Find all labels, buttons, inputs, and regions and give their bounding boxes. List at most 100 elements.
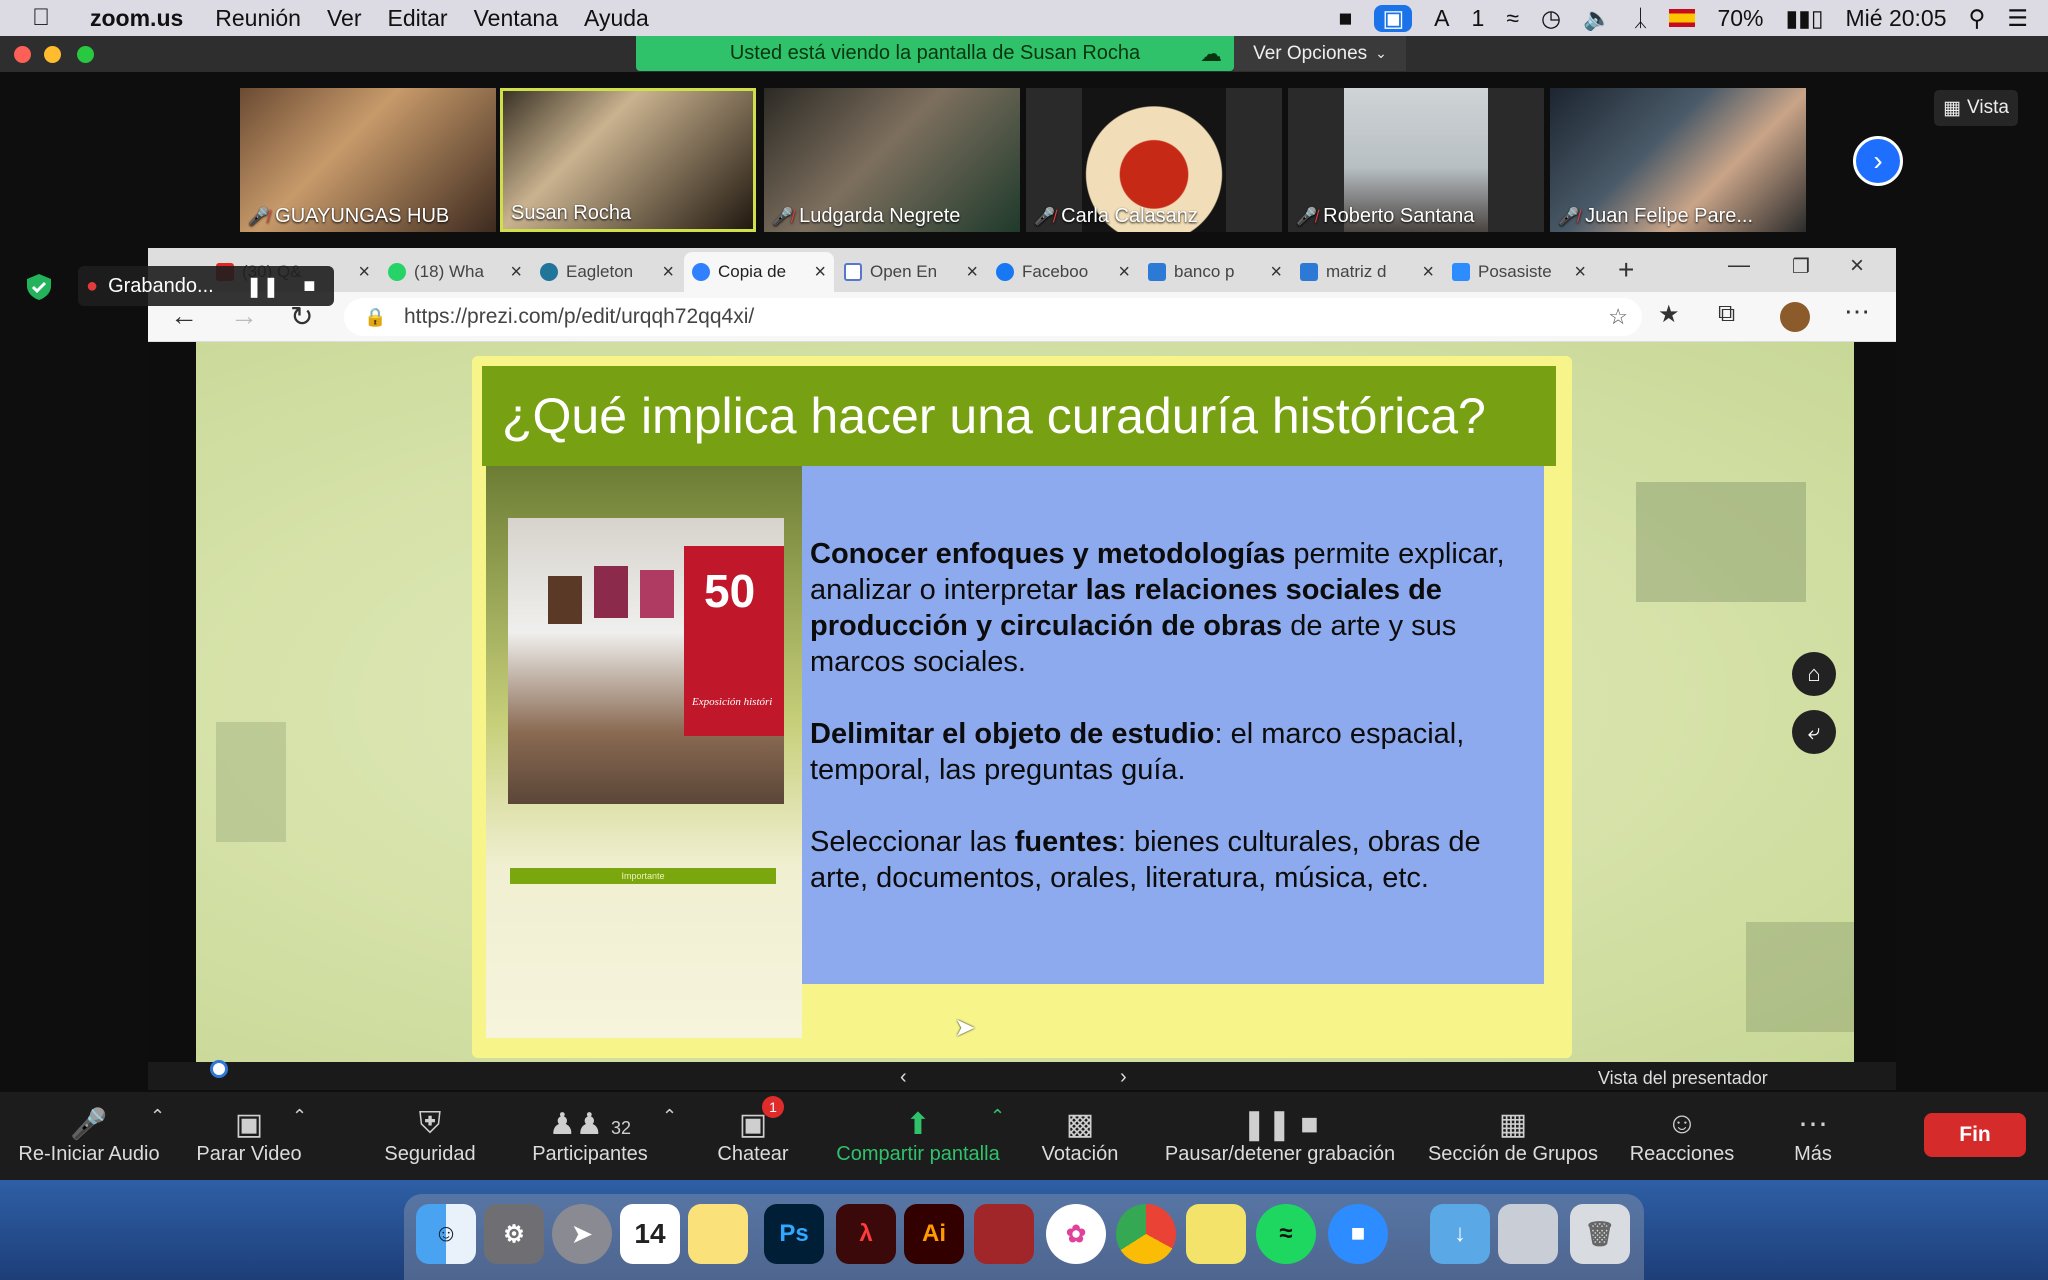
- security-button[interactable]: ⛨ Seguridad: [370, 1102, 490, 1174]
- photos-icon[interactable]: ✿: [1046, 1204, 1106, 1264]
- fullscreen-window-icon[interactable]: [77, 46, 94, 63]
- flag-spain-icon[interactable]: [1669, 9, 1696, 27]
- zoom-share-icon[interactable]: ▣: [1374, 4, 1413, 32]
- camera-status-icon[interactable]: ■: [1339, 5, 1353, 32]
- close-tab-icon[interactable]: ×: [1270, 261, 1282, 284]
- recording-control-button[interactable]: ❚❚ ■ Pausar/detener grabación: [1156, 1102, 1404, 1174]
- home-button[interactable]: ⌂: [1792, 652, 1836, 696]
- menu-ventana[interactable]: Ventana: [474, 5, 558, 32]
- add-favorite-icon[interactable]: ☆: [1608, 304, 1628, 330]
- participants-options-caret-icon[interactable]: ⌃: [662, 1106, 677, 1127]
- restore-icon[interactable]: ❐: [1792, 254, 1810, 279]
- close-tab-icon[interactable]: ×: [1118, 261, 1130, 284]
- menu-ayuda[interactable]: Ayuda: [584, 5, 649, 32]
- photoshop-icon[interactable]: Ps: [764, 1204, 824, 1264]
- chrome-icon[interactable]: [1116, 1204, 1176, 1264]
- pause-recording-icon[interactable]: ❚❚: [246, 274, 280, 299]
- photo-booth-icon[interactable]: [974, 1204, 1034, 1264]
- downloads-folder-icon[interactable]: ↓: [1430, 1204, 1490, 1264]
- close-tab-icon[interactable]: ×: [510, 261, 522, 284]
- url-field[interactable]: 🔒 https://prezi.com/p/edit/urqqh72qq4xi/…: [344, 298, 1642, 336]
- close-tab-icon[interactable]: ×: [966, 261, 978, 284]
- menu-ver[interactable]: Ver: [327, 5, 362, 32]
- spotlight-search-icon[interactable]: ⚲: [1969, 5, 1986, 32]
- spotify-icon[interactable]: ≈: [1256, 1204, 1316, 1264]
- more-button[interactable]: ⋯ Más: [1776, 1102, 1850, 1174]
- close-tab-icon[interactable]: ×: [662, 261, 674, 284]
- profile-avatar[interactable]: [1780, 302, 1810, 332]
- presenter-view-label[interactable]: Vista del presentador: [1598, 1068, 1768, 1089]
- participant-tile[interactable]: 🎤̸ Roberto Santana: [1288, 88, 1544, 232]
- participant-tile-active-speaker[interactable]: Susan Rocha: [500, 88, 756, 232]
- browser-tab[interactable]: Posasiste ×: [1444, 252, 1594, 292]
- finder-icon[interactable]: ☺: [416, 1204, 476, 1264]
- participant-tile[interactable]: 🎤̸ Ludgarda Negrete: [764, 88, 1020, 232]
- control-center-icon[interactable]: ☰: [2007, 5, 2028, 32]
- apple-menu-icon[interactable]: : [32, 4, 50, 32]
- participants-button[interactable]: ♟♟ 32 Participantes: [520, 1102, 660, 1174]
- next-step-icon[interactable]: ›: [1120, 1066, 1127, 1089]
- view-button[interactable]: ▦ Vista: [1934, 90, 2018, 126]
- launchpad-icon[interactable]: ➤: [552, 1204, 612, 1264]
- clock[interactable]: Mié 20:05: [1846, 5, 1947, 32]
- browser-tab[interactable]: Open En ×: [836, 252, 986, 292]
- input-source-icon[interactable]: A: [1434, 5, 1449, 32]
- browser-tab[interactable]: banco p ×: [1140, 252, 1290, 292]
- close-tab-icon[interactable]: ×: [814, 261, 826, 284]
- time-machine-icon[interactable]: ◷: [1541, 5, 1561, 32]
- browser-tab-active[interactable]: Copia de ×: [684, 252, 834, 292]
- participant-tile[interactable]: 🎤̸ Carla Calasanz: [1026, 88, 1282, 232]
- browser-tab[interactable]: (18) Wha ×: [380, 252, 530, 292]
- recent-documents-icon[interactable]: [1498, 1204, 1558, 1264]
- more-options-icon[interactable]: ⋯: [1844, 296, 1870, 327]
- menu-editar[interactable]: Editar: [388, 5, 448, 32]
- new-tab-icon[interactable]: +: [1618, 254, 1634, 286]
- system-preferences-icon[interactable]: ⚙: [484, 1204, 544, 1264]
- progress-dot[interactable]: [210, 1060, 228, 1078]
- minimize-icon[interactable]: —: [1728, 252, 1750, 278]
- illustrator-icon[interactable]: Ai: [904, 1204, 964, 1264]
- calendar-icon[interactable]: 14: [620, 1204, 680, 1264]
- step-back-button[interactable]: ⤶: [1792, 710, 1836, 754]
- notes-icon[interactable]: [688, 1204, 748, 1264]
- poll-button[interactable]: ▩ Votación: [1030, 1102, 1130, 1174]
- collections-icon[interactable]: ⧉: [1718, 300, 1735, 328]
- view-options-button[interactable]: Ver Opciones ⌄: [1234, 36, 1406, 71]
- menu-reunion[interactable]: Reunión: [215, 5, 301, 32]
- next-participants-button[interactable]: ›: [1853, 136, 1903, 186]
- close-tab-icon[interactable]: ×: [358, 261, 370, 284]
- participant-tile[interactable]: 🎤̸ GUAYUNGAS HUB: [240, 88, 496, 232]
- browser-tab[interactable]: Faceboo ×: [988, 252, 1138, 292]
- previous-step-icon[interactable]: ‹: [900, 1066, 907, 1089]
- close-tab-icon[interactable]: ×: [1574, 261, 1586, 284]
- acrobat-icon[interactable]: λ: [836, 1204, 896, 1264]
- minimize-window-icon[interactable]: [44, 46, 61, 63]
- close-window-icon[interactable]: [14, 46, 31, 63]
- bluetooth-icon[interactable]: ᛣ: [1634, 5, 1648, 32]
- wifi-icon[interactable]: ≈: [1506, 5, 1519, 32]
- participant-tile[interactable]: 🎤̸ Juan Felipe Pare...: [1550, 88, 1806, 232]
- audio-options-caret-icon[interactable]: ⌃: [150, 1106, 165, 1127]
- reactions-button[interactable]: ☺ Reacciones: [1620, 1102, 1744, 1174]
- stickies-icon[interactable]: [1186, 1204, 1246, 1264]
- menu-app-name[interactable]: zoom.us: [90, 5, 183, 32]
- stop-recording-icon[interactable]: ■: [303, 275, 315, 298]
- reactions-label: Reacciones: [1629, 1143, 1735, 1165]
- battery-icon[interactable]: ▮▮▯: [1786, 5, 1824, 32]
- volume-icon[interactable]: 🔈: [1583, 5, 1612, 32]
- close-window-icon[interactable]: ×: [1850, 252, 1864, 280]
- share-options-caret-icon[interactable]: ⌃: [990, 1106, 1005, 1127]
- prezi-canvas: ¿Qué implica hacer una curaduría históri…: [148, 342, 1896, 1062]
- trash-icon[interactable]: 🗑: [1570, 1204, 1630, 1264]
- breakout-rooms-button[interactable]: ▦ Sección de Grupos: [1420, 1102, 1606, 1174]
- close-tab-icon[interactable]: ×: [1422, 261, 1434, 284]
- end-meeting-button[interactable]: Fin: [1924, 1113, 2026, 1157]
- browser-tab[interactable]: Eagleton ×: [532, 252, 682, 292]
- browser-tab[interactable]: matriz d ×: [1292, 252, 1442, 292]
- share-screen-button[interactable]: ⬆ Compartir pantalla: [826, 1102, 1010, 1174]
- chat-button[interactable]: ▣ Chatear: [700, 1102, 806, 1174]
- favorites-icon[interactable]: ★: [1658, 300, 1680, 329]
- zoom-app-icon[interactable]: ■: [1328, 1204, 1388, 1264]
- audio-button[interactable]: 🎤 Re-Iniciar Audio: [14, 1102, 164, 1174]
- video-options-caret-icon[interactable]: ⌃: [292, 1106, 307, 1127]
